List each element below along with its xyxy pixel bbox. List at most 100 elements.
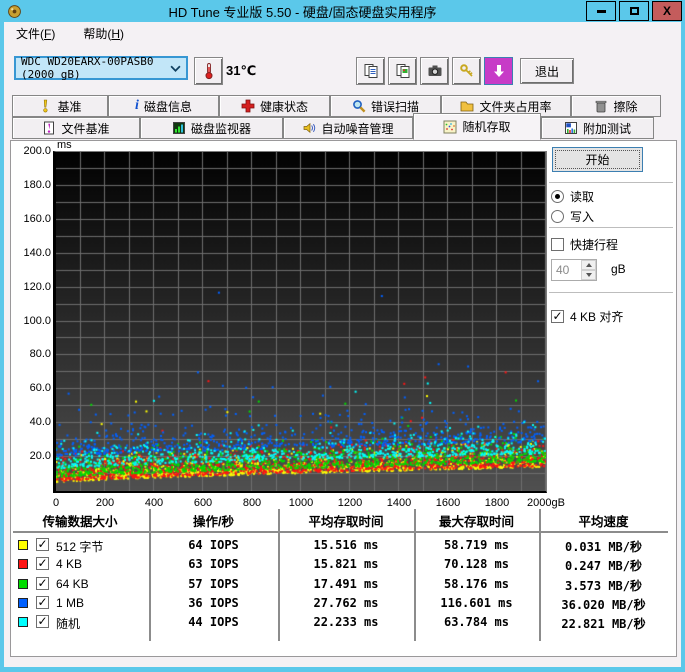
col-header-transfer-size: 传输数据大小	[42, 515, 118, 529]
max-access-value: 116.601 ms	[440, 596, 513, 610]
tab-noise-management[interactable]: 自动噪音管理	[283, 117, 413, 139]
extra-tests-icon	[564, 122, 577, 134]
read-label: 读取	[570, 190, 595, 204]
copy-text-icon	[364, 64, 377, 78]
align-4kb-checkbox[interactable]	[551, 310, 564, 323]
keys-icon	[459, 64, 473, 77]
series-label: 64 KB	[56, 577, 89, 591]
copy-image-button[interactable]	[388, 57, 417, 85]
tab-row-1: 基准 i 磁盘信息 健康状态 错误扫描 文件夹占用率 擦除	[12, 95, 661, 117]
info-icon: i	[135, 98, 139, 113]
random-access-panel: ms 20.0 40.0 60.0 80.0 100.0 120.0 140.0 160.0 1…	[10, 139, 677, 657]
short-stroke-checkbox[interactable]	[551, 238, 564, 251]
iops-value: 44 IOPS	[188, 615, 239, 629]
write-radio[interactable]	[551, 210, 564, 223]
avg-speed-value: 0.031 MB/秒	[564, 540, 643, 554]
spin-down-button[interactable]	[581, 270, 596, 280]
maximize-button[interactable]	[619, 1, 649, 21]
tab-benchmark[interactable]: 基准	[12, 95, 108, 117]
series-checkbox[interactable]	[36, 596, 49, 609]
tab-disk-info[interactable]: i 磁盘信息	[108, 95, 219, 117]
iops-value: 63 IOPS	[188, 557, 239, 571]
start-button[interactable]: 开始	[552, 147, 643, 172]
separator	[549, 227, 673, 228]
menu-help[interactable]: 帮助(H)	[79, 23, 128, 44]
series-checkbox[interactable]	[36, 538, 49, 551]
y-axis-unit-label: ms	[57, 139, 72, 151]
avg-speed-value: 22.821 MB/秒	[561, 617, 646, 631]
align-4kb-row[interactable]: 4 KB 对齐	[551, 309, 623, 324]
drive-select-value: WDC WD20EARX-00PASB0 (2000 gB)	[21, 55, 154, 81]
tab-health[interactable]: 健康状态	[219, 95, 330, 117]
drive-select-dropdown[interactable]: WDC WD20EARX-00PASB0 (2000 gB)	[14, 55, 188, 81]
y-tick-label: 120.0	[23, 280, 51, 293]
health-cross-icon	[241, 99, 255, 113]
y-tick-label: 140.0	[23, 246, 51, 259]
read-radio-row[interactable]: 读取	[551, 189, 594, 204]
x-tick-label: 1000	[288, 497, 314, 509]
x-tick-label: 600	[193, 497, 213, 509]
screenshot-button[interactable]	[420, 57, 449, 85]
table-row: 64 KB 57 IOPS 17.491 ms 58.176 ms 3.573 …	[11, 576, 668, 595]
avg-access-value: 15.516 ms	[313, 538, 379, 552]
menu-file[interactable]: 文件(F)	[12, 23, 59, 44]
y-tick-label: 100.0	[23, 314, 51, 327]
close-icon: X	[662, 4, 671, 18]
y-tick-label: 180.0	[23, 178, 51, 191]
trash-icon	[596, 100, 607, 113]
x-tick-label: 2000gB	[527, 497, 565, 509]
separator	[549, 292, 673, 293]
avg-speed-value: 3.573 MB/秒	[564, 579, 643, 593]
capacity-value: 40	[556, 263, 570, 277]
spin-up-button[interactable]	[581, 260, 596, 270]
minimize-button[interactable]	[586, 1, 616, 21]
save-results-button[interactable]	[484, 57, 513, 85]
series-color-swatch	[18, 559, 28, 569]
series-label: 512 字节	[56, 540, 104, 554]
copy-text-button[interactable]	[356, 57, 385, 85]
tab-extra-tests[interactable]: 附加测试	[541, 117, 654, 139]
tab-file-benchmark[interactable]: 文件基准	[12, 117, 140, 139]
avg-access-value: 27.762 ms	[313, 596, 379, 610]
table-row: 512 字节 64 IOPS 15.516 ms 58.719 ms 0.031…	[11, 537, 668, 556]
tab-disk-monitor[interactable]: 磁盘监视器	[140, 117, 283, 139]
y-tick-label: 200.0	[23, 145, 51, 157]
x-tick-label: 1600	[435, 497, 461, 509]
camera-icon	[428, 65, 441, 76]
series-color-swatch	[18, 598, 28, 608]
y-tick-label: 160.0	[23, 212, 51, 225]
max-access-value: 70.128 ms	[443, 557, 510, 571]
chevron-down-icon	[170, 65, 181, 72]
align-4kb-label: 4 KB 对齐	[570, 310, 624, 324]
x-tick-label: 400	[144, 497, 164, 509]
series-label: 4 KB	[56, 557, 83, 571]
series-checkbox[interactable]	[36, 615, 49, 628]
download-arrow-icon	[493, 65, 504, 77]
titlebar: HD Tune 专业版 5.50 - 硬盘/固态硬盘实用程序 X	[0, 0, 685, 22]
disk-monitor-icon	[172, 122, 185, 134]
tab-erase[interactable]: 擦除	[571, 95, 661, 117]
iops-value: 36 IOPS	[188, 596, 239, 610]
short-stroke-row[interactable]: 快捷行程	[551, 237, 618, 252]
col-header-max-access: 最大存取时间	[438, 515, 514, 529]
series-color-swatch	[18, 540, 28, 550]
temperature-button[interactable]	[194, 57, 223, 85]
x-tick-label: 200	[95, 497, 115, 509]
close-button[interactable]: X	[652, 1, 682, 21]
app-icon	[8, 4, 21, 18]
maximize-icon	[629, 7, 639, 15]
exit-button[interactable]: 退出	[520, 58, 574, 84]
max-access-value: 63.784 ms	[443, 615, 510, 629]
y-tick-label: 40.0	[29, 416, 51, 429]
minimize-icon	[596, 9, 606, 13]
arrow-down-icon	[585, 273, 592, 280]
max-access-value: 58.176 ms	[443, 577, 510, 591]
options-button[interactable]	[452, 57, 481, 85]
write-radio-row[interactable]: 写入	[551, 209, 594, 224]
capacity-spinner[interactable]: 40	[551, 259, 597, 281]
read-radio[interactable]	[551, 190, 564, 203]
series-checkbox[interactable]	[36, 557, 49, 570]
series-checkbox[interactable]	[36, 577, 49, 590]
temperature-value: 31℃	[226, 63, 257, 78]
tab-random-access[interactable]: 随机存取	[413, 113, 541, 140]
